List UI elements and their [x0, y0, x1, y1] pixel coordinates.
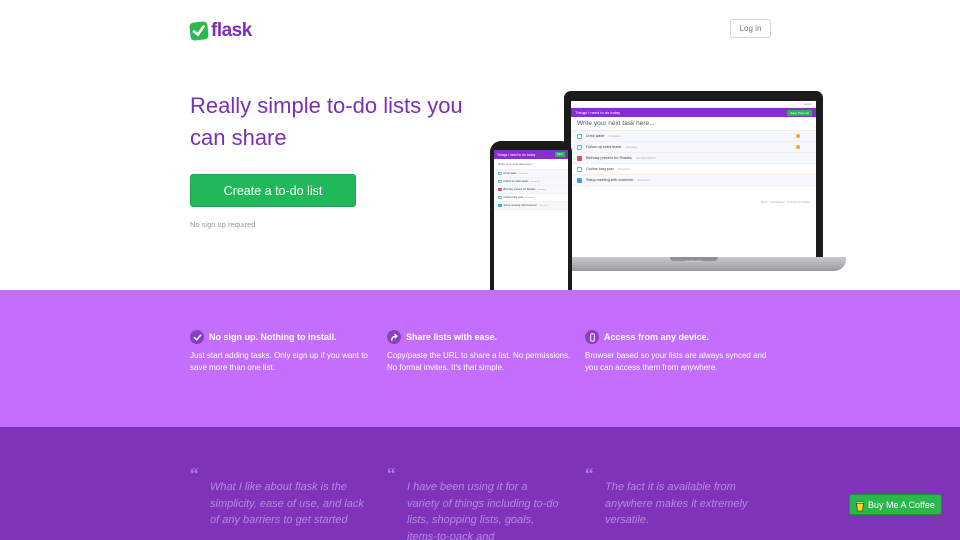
testimonial: “ What I like about flask is the simplic…	[190, 464, 365, 529]
phone-task-row: Setup meeting with customer Scheduled	[494, 202, 568, 210]
phone-list-header: Things I need to do today Save	[494, 150, 568, 159]
laptop-task-tag: Scheduled	[625, 145, 638, 149]
laptop-mockup: Log in Things I need to do today Save Th…	[564, 91, 823, 257]
laptop-task-input: Write your next task here...	[571, 117, 816, 131]
phone-task-tag: Scheduled	[530, 180, 540, 183]
phone-task-row: Drink water Scheduled	[494, 170, 568, 178]
features-section: No sign up. Nothing to install. Just sta…	[0, 290, 960, 427]
phone-task-input: Write your next task here...	[494, 159, 568, 170]
laptop-save-button: Save This List	[787, 109, 812, 116]
phone-task-row: Birthday present for Shades Saturday	[494, 186, 568, 194]
checkmark-logo-icon	[189, 21, 209, 41]
feature-title: No sign up. Nothing to install.	[209, 332, 337, 342]
laptop-list-title: Things I need to do today	[575, 110, 621, 115]
laptop-task-row: Drink water Scheduled	[571, 131, 816, 142]
feature-no-signup: No sign up. Nothing to install. Just sta…	[190, 330, 380, 374]
checkbox-icon	[577, 133, 582, 139]
feature-any-device: Access from any device. Browser based so…	[585, 330, 775, 374]
testimonial-text: I have been using it for a variety of th…	[407, 481, 559, 540]
mobile-icon	[585, 330, 599, 344]
laptop-task-label: Follow up sales leads	[586, 145, 622, 149]
laptop-list-header: Things I need to do today Save This List	[571, 108, 816, 117]
laptop-brand: MacBook Pro	[684, 259, 703, 263]
login-button[interactable]: Log in	[730, 19, 771, 38]
phone-task-label: Setup meeting with customer	[503, 204, 537, 207]
buy-me-a-coffee-button[interactable]: Buy Me A Coffee	[849, 494, 942, 515]
laptop-task-label: Outline blog post	[586, 167, 614, 171]
checkbox-icon	[498, 195, 502, 200]
checkbox-icon	[498, 171, 502, 176]
star-icon	[796, 145, 800, 149]
phone-task-row: Outline blog post Scheduled	[494, 194, 568, 202]
laptop-task-row: Setup meeting with customer Scheduled	[571, 175, 816, 186]
phone-app-screen: Things I need to do today Save Write you…	[494, 150, 568, 292]
checkbox-icon	[498, 179, 502, 184]
phone-mockup: Things I need to do today Save Write you…	[490, 141, 572, 301]
laptop-task-label: Setup meeting with customer	[586, 178, 634, 182]
checkbox-icon	[577, 177, 582, 183]
feature-share: Share lists with ease. Copy/paste the UR…	[387, 330, 577, 374]
feature-text: Copy/paste the URL to share a list. No p…	[387, 351, 571, 372]
checkbox-icon	[498, 203, 502, 208]
testimonial: “ The fact it is available from anywhere…	[585, 464, 760, 529]
phone-task-label: Follow up sales leads	[503, 180, 529, 183]
checkbox-icon	[577, 144, 582, 150]
feature-text: Just start adding tasks. Only sign up if…	[190, 351, 368, 372]
coffee-label: Buy Me A Coffee	[868, 499, 935, 510]
laptop-task-label: Birthday present for Shades	[586, 156, 632, 160]
phone-task-label: Birthday present for Shades	[503, 188, 536, 191]
laptop-task-tag: Scheduled	[608, 134, 621, 138]
laptop-topbar-login: Log in	[803, 102, 812, 106]
logo-text: flask	[211, 20, 252, 41]
laptop-task-tag: Saturday 04/2020	[635, 156, 656, 160]
laptop-list-footer: Items · Checkboxes · Progress & Archive	[761, 201, 810, 204]
testimonial: “ I have been using it for a variety of …	[387, 464, 562, 540]
laptop-topbar: Log in	[571, 101, 816, 108]
no-signup-note: No sign up required	[190, 220, 256, 229]
checkbox-icon	[577, 166, 582, 172]
hero-title: Really simple to-do lists you can share	[190, 93, 463, 150]
checkbox-icon	[498, 187, 502, 192]
laptop-task-tag: Scheduled	[637, 178, 650, 182]
coffee-cup-icon	[855, 499, 865, 512]
laptop-task-row: Follow up sales leads Scheduled	[571, 142, 816, 153]
share-icon	[387, 330, 401, 344]
check-circle-icon	[190, 330, 204, 344]
feature-text: Browser based so your lists are always s…	[585, 351, 767, 372]
laptop-task-label: Drink water	[586, 134, 605, 138]
feature-title: Share lists with ease.	[406, 332, 498, 342]
phone-task-tag: Scheduled	[524, 196, 535, 199]
phone-task-tag: Saturday	[537, 188, 546, 191]
testimonials-section: “ What I like about flask is the simplic…	[0, 427, 960, 540]
testimonial-text: What I like about flask is the simplicit…	[210, 481, 364, 526]
quote-icon: “	[585, 464, 594, 483]
laptop-task-tag: Scheduled	[617, 167, 630, 171]
phone-save-button: Save	[555, 152, 565, 157]
phone-list-title: Things I need to do today	[497, 152, 536, 157]
quote-icon: “	[190, 464, 199, 483]
laptop-app-screen: Log in Things I need to do today Save Th…	[571, 101, 816, 257]
laptop-task-row: Birthday present for Shades Saturday 04/…	[571, 153, 816, 164]
testimonial-text: The fact it is available from anywhere m…	[605, 481, 748, 526]
phone-task-tag: Scheduled	[518, 172, 529, 175]
logo[interactable]: flask	[189, 20, 252, 42]
create-list-button[interactable]: Create a to-do list	[190, 174, 356, 207]
phone-task-label: Outline blog post	[503, 196, 523, 199]
phone-task-tag: Scheduled	[538, 204, 549, 207]
phone-task-label: Drink water	[503, 172, 517, 175]
star-icon	[796, 134, 800, 138]
laptop-task-row: Outline blog post Scheduled	[571, 164, 816, 175]
quote-icon: “	[387, 464, 396, 483]
checkbox-icon	[577, 155, 582, 161]
feature-title: Access from any device.	[604, 332, 710, 342]
phone-task-row: Follow up sales leads Scheduled	[494, 178, 568, 186]
